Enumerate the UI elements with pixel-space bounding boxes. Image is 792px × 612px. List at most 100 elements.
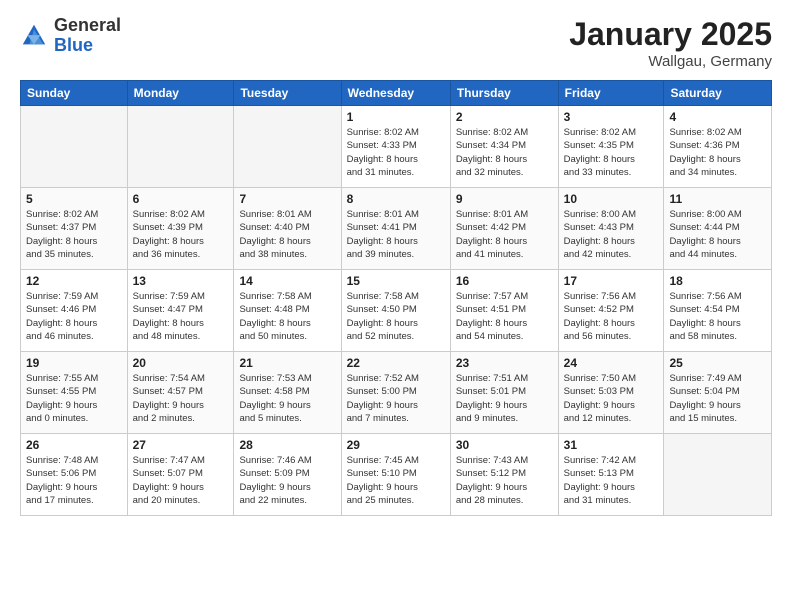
day-number: 24 — [564, 356, 659, 370]
day-cell-13: 13Sunrise: 7:59 AM Sunset: 4:47 PM Dayli… — [127, 270, 234, 352]
day-number: 20 — [133, 356, 229, 370]
day-cell-22: 22 Sunrise: 7:52 AM Sunset: 5:00 PM Dayli… — [341, 352, 450, 434]
day-cell-30: 30 Sunrise: 7:43 AM Sunset: 5:12 PM Dayli… — [450, 434, 558, 516]
day-cell-14: 14Sunrise: 7:58 AM Sunset: 4:48 PM Dayli… — [234, 270, 341, 352]
day-number: 19 — [26, 356, 122, 370]
logo-blue: Blue — [54, 36, 121, 56]
day-cell-23: 23Sunrise: 7:51 AM Sunset: 5:01 PM Dayli… — [450, 352, 558, 434]
day-cell-20: 20 Sunrise: 7:54 AM Sunset: 4:57 PM Dayli… — [127, 352, 234, 434]
day-detail: Sunrise: 7:57 AM Sunset: 4:51 PM Dayligh… — [456, 290, 553, 343]
empty-cell — [664, 434, 772, 516]
day-number: 5 — [26, 192, 122, 206]
day-number: 7 — [239, 192, 335, 206]
day-number: 16 — [456, 274, 553, 288]
weekday-header-thursday: Thursday — [450, 81, 558, 106]
day-number: 12 — [26, 274, 122, 288]
day-detail: Sunrise: 7:53 AM Sunset: 4:58 PM Dayligh… — [239, 372, 335, 425]
day-detail: Sunrise: 7:56 AM Sunset: 4:54 PM Dayligh… — [669, 290, 766, 343]
calendar-title: January 2025 — [569, 16, 772, 53]
day-cell-31: 31 Sunrise: 7:42 AM Sunset: 5:13 PM Dayli… — [558, 434, 664, 516]
weekday-header-row: SundayMondayTuesdayWednesdayThursdayFrid… — [21, 81, 772, 106]
week-row-2: 5 Sunrise: 8:02 AM Sunset: 4:37 PM Daylig… — [21, 188, 772, 270]
day-number: 3 — [564, 110, 659, 124]
calendar-table: SundayMondayTuesdayWednesdayThursdayFrid… — [20, 80, 772, 516]
calendar-subtitle: Wallgau, Germany — [569, 53, 772, 70]
day-detail: Sunrise: 7:42 AM Sunset: 5:13 PM Dayligh… — [564, 454, 659, 507]
day-detail: Sunrise: 7:43 AM Sunset: 5:12 PM Dayligh… — [456, 454, 553, 507]
day-cell-1: 1 Sunrise: 8:02 AM Sunset: 4:33 PM Daylig… — [341, 106, 450, 188]
logo-text: General Blue — [54, 16, 121, 56]
day-cell-9: 9 Sunrise: 8:01 AM Sunset: 4:42 PM Daylig… — [450, 188, 558, 270]
day-detail: Sunrise: 7:45 AM Sunset: 5:10 PM Dayligh… — [347, 454, 445, 507]
page: General Blue January 2025 Wallgau, Germa… — [0, 0, 792, 612]
day-number: 14 — [239, 274, 335, 288]
day-detail: Sunrise: 8:00 AM Sunset: 4:44 PM Dayligh… — [669, 208, 766, 261]
week-row-3: 12Sunrise: 7:59 AM Sunset: 4:46 PM Dayli… — [21, 270, 772, 352]
week-row-1: 1 Sunrise: 8:02 AM Sunset: 4:33 PM Daylig… — [21, 106, 772, 188]
day-cell-29: 29 Sunrise: 7:45 AM Sunset: 5:10 PM Dayli… — [341, 434, 450, 516]
day-cell-12: 12Sunrise: 7:59 AM Sunset: 4:46 PM Dayli… — [21, 270, 128, 352]
day-number: 15 — [347, 274, 445, 288]
day-cell-17: 17 Sunrise: 7:56 AM Sunset: 4:52 PM Dayli… — [558, 270, 664, 352]
day-number: 21 — [239, 356, 335, 370]
day-cell-6: 6 Sunrise: 8:02 AM Sunset: 4:39 PM Daylig… — [127, 188, 234, 270]
day-number: 22 — [347, 356, 445, 370]
empty-cell — [127, 106, 234, 188]
day-cell-16: 16 Sunrise: 7:57 AM Sunset: 4:51 PM Dayli… — [450, 270, 558, 352]
day-detail: Sunrise: 8:02 AM Sunset: 4:35 PM Dayligh… — [564, 126, 659, 179]
day-cell-2: 2Sunrise: 8:02 AM Sunset: 4:34 PM Daylig… — [450, 106, 558, 188]
day-cell-28: 28Sunrise: 7:46 AM Sunset: 5:09 PM Dayli… — [234, 434, 341, 516]
day-cell-24: 24Sunrise: 7:50 AM Sunset: 5:03 PM Dayli… — [558, 352, 664, 434]
day-detail: Sunrise: 8:02 AM Sunset: 4:37 PM Dayligh… — [26, 208, 122, 261]
day-number: 31 — [564, 438, 659, 452]
day-detail: Sunrise: 8:01 AM Sunset: 4:41 PM Dayligh… — [347, 208, 445, 261]
day-number: 10 — [564, 192, 659, 206]
day-cell-7: 7Sunrise: 8:01 AM Sunset: 4:40 PM Daylig… — [234, 188, 341, 270]
day-detail: Sunrise: 8:00 AM Sunset: 4:43 PM Dayligh… — [564, 208, 659, 261]
day-number: 6 — [133, 192, 229, 206]
day-detail: Sunrise: 7:54 AM Sunset: 4:57 PM Dayligh… — [133, 372, 229, 425]
day-cell-10: 10 Sunrise: 8:00 AM Sunset: 4:43 PM Dayli… — [558, 188, 664, 270]
day-cell-4: 4 Sunrise: 8:02 AM Sunset: 4:36 PM Daylig… — [664, 106, 772, 188]
day-number: 23 — [456, 356, 553, 370]
empty-cell — [21, 106, 128, 188]
weekday-header-sunday: Sunday — [21, 81, 128, 106]
day-number: 29 — [347, 438, 445, 452]
day-number: 4 — [669, 110, 766, 124]
day-detail: Sunrise: 8:02 AM Sunset: 4:39 PM Dayligh… — [133, 208, 229, 261]
day-number: 25 — [669, 356, 766, 370]
day-detail: Sunrise: 7:47 AM Sunset: 5:07 PM Dayligh… — [133, 454, 229, 507]
day-cell-25: 25 Sunrise: 7:49 AM Sunset: 5:04 PM Dayli… — [664, 352, 772, 434]
day-number: 8 — [347, 192, 445, 206]
day-detail: Sunrise: 7:48 AM Sunset: 5:06 PM Dayligh… — [26, 454, 122, 507]
day-number: 1 — [347, 110, 445, 124]
empty-cell — [234, 106, 341, 188]
day-detail: Sunrise: 7:55 AM Sunset: 4:55 PM Dayligh… — [26, 372, 122, 425]
week-row-5: 26Sunrise: 7:48 AM Sunset: 5:06 PM Dayli… — [21, 434, 772, 516]
day-detail: Sunrise: 7:46 AM Sunset: 5:09 PM Dayligh… — [239, 454, 335, 507]
day-number: 30 — [456, 438, 553, 452]
weekday-header-tuesday: Tuesday — [234, 81, 341, 106]
day-detail: Sunrise: 7:49 AM Sunset: 5:04 PM Dayligh… — [669, 372, 766, 425]
day-number: 27 — [133, 438, 229, 452]
day-detail: Sunrise: 8:01 AM Sunset: 4:42 PM Dayligh… — [456, 208, 553, 261]
logo-icon — [20, 22, 48, 50]
day-detail: Sunrise: 8:02 AM Sunset: 4:36 PM Dayligh… — [669, 126, 766, 179]
day-detail: Sunrise: 7:56 AM Sunset: 4:52 PM Dayligh… — [564, 290, 659, 343]
logo-general: General — [54, 16, 121, 36]
weekday-header-monday: Monday — [127, 81, 234, 106]
day-cell-26: 26Sunrise: 7:48 AM Sunset: 5:06 PM Dayli… — [21, 434, 128, 516]
weekday-header-friday: Friday — [558, 81, 664, 106]
day-detail: Sunrise: 8:02 AM Sunset: 4:34 PM Dayligh… — [456, 126, 553, 179]
day-cell-11: 11Sunrise: 8:00 AM Sunset: 4:44 PM Dayli… — [664, 188, 772, 270]
day-number: 9 — [456, 192, 553, 206]
day-detail: Sunrise: 8:02 AM Sunset: 4:33 PM Dayligh… — [347, 126, 445, 179]
day-cell-27: 27 Sunrise: 7:47 AM Sunset: 5:07 PM Dayli… — [127, 434, 234, 516]
header: General Blue January 2025 Wallgau, Germa… — [20, 16, 772, 70]
day-cell-21: 21 Sunrise: 7:53 AM Sunset: 4:58 PM Dayli… — [234, 352, 341, 434]
day-number: 13 — [133, 274, 229, 288]
day-cell-3: 3 Sunrise: 8:02 AM Sunset: 4:35 PM Daylig… — [558, 106, 664, 188]
day-cell-19: 19 Sunrise: 7:55 AM Sunset: 4:55 PM Dayli… — [21, 352, 128, 434]
day-number: 17 — [564, 274, 659, 288]
day-detail: Sunrise: 7:52 AM Sunset: 5:00 PM Dayligh… — [347, 372, 445, 425]
